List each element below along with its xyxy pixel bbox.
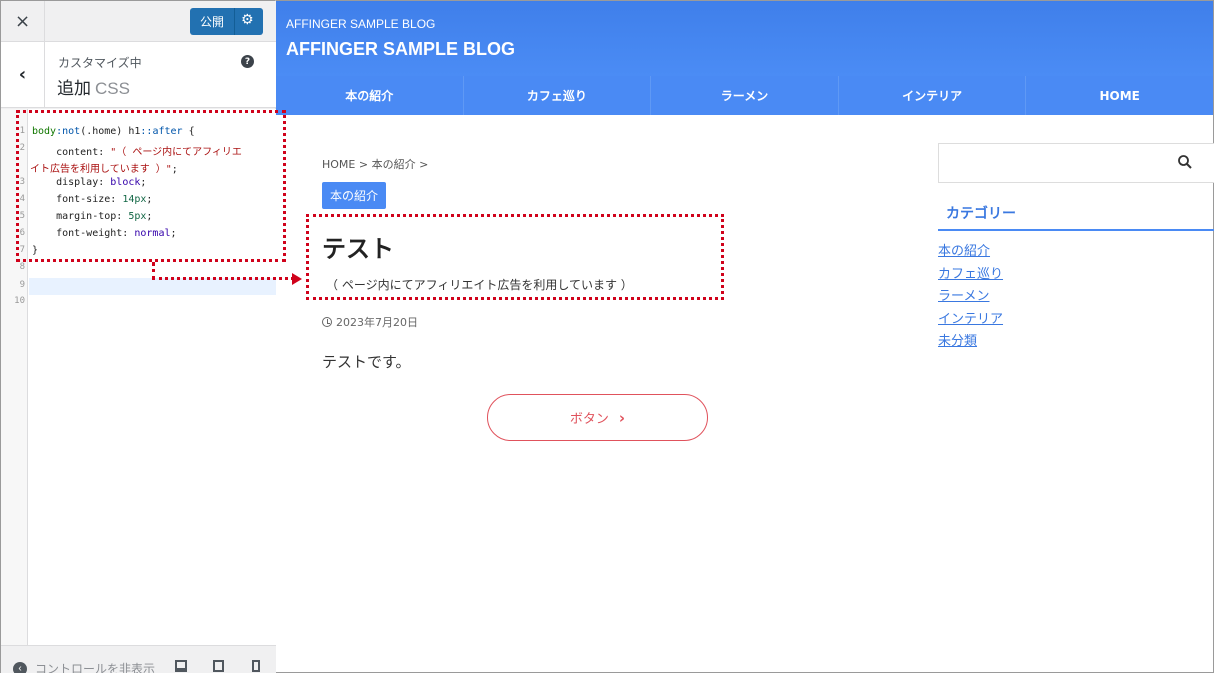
category-link-uncategorized[interactable]: 未分類 bbox=[938, 331, 1003, 354]
hide-controls-label: コントロールを非表示 bbox=[35, 662, 156, 673]
publish-divider bbox=[234, 8, 235, 35]
breadcrumb[interactable]: HOME > 本の紹介 > bbox=[322, 156, 428, 172]
annotation-connector bbox=[152, 277, 294, 281]
post-button-label: ボタン bbox=[569, 412, 609, 427]
category-link-interior[interactable]: インテリア bbox=[938, 309, 1003, 332]
back-icon[interactable]: ‹ bbox=[1, 42, 45, 107]
section-title: 追加 CSS bbox=[57, 74, 130, 99]
nav-item-cafe[interactable]: カフェ巡り bbox=[464, 76, 652, 115]
site-title[interactable]: AFFINGER SAMPLE BLOG bbox=[286, 39, 515, 60]
category-list: 本の紹介 カフェ巡り ラーメン インテリア 未分類 bbox=[938, 241, 1003, 354]
close-icon[interactable]: × bbox=[1, 1, 45, 41]
site-preview: AFFINGER SAMPLE BLOG AFFINGER SAMPLE BLO… bbox=[276, 0, 1214, 673]
arrow-right-icon bbox=[292, 273, 302, 285]
search-input[interactable] bbox=[938, 143, 1214, 183]
nav-item-home[interactable]: HOME bbox=[1026, 76, 1213, 115]
chevron-right-icon: › bbox=[618, 408, 626, 427]
site-subtitle: AFFINGER SAMPLE BLOG bbox=[286, 17, 436, 31]
section-title-text: 追加 bbox=[57, 79, 91, 98]
gear-icon[interactable]: ⚙ bbox=[241, 12, 254, 28]
hide-controls-button[interactable]: ‹ コントロールを非表示 bbox=[13, 660, 155, 673]
collapse-icon: ‹ bbox=[13, 661, 27, 673]
section-title-suffix: CSS bbox=[95, 79, 130, 98]
site-header: AFFINGER SAMPLE BLOG AFFINGER SAMPLE BLO… bbox=[276, 1, 1213, 76]
mobile-preview-icon[interactable] bbox=[252, 660, 260, 672]
preview-highlight-box bbox=[306, 214, 724, 300]
line-number: 10 bbox=[14, 296, 25, 306]
category-badge[interactable]: 本の紹介 bbox=[322, 182, 387, 209]
customizer-panel: × 公開 ⚙ ‹ カスタマイズ中 追加 CSS ? 1 2 3 4 5 6 7 8… bbox=[0, 0, 276, 673]
post-button[interactable]: ボタン › bbox=[487, 394, 708, 441]
line-number: 8 bbox=[19, 262, 25, 272]
publish-button[interactable]: 公開 ⚙ bbox=[190, 8, 263, 35]
publish-label: 公開 bbox=[200, 15, 225, 29]
customizing-label: カスタマイズ中 bbox=[58, 56, 142, 70]
post-date-text: 2023年7月20日 bbox=[336, 316, 418, 329]
category-link-ramen[interactable]: ラーメン bbox=[938, 286, 1003, 309]
nav-item-interior[interactable]: インテリア bbox=[839, 76, 1027, 115]
tablet-preview-icon[interactable] bbox=[213, 660, 224, 672]
customizer-header: × 公開 ⚙ bbox=[1, 1, 276, 42]
post-body: テストです。 bbox=[322, 353, 411, 371]
post-date: 2023年7月20日 bbox=[322, 314, 418, 330]
desktop-preview-icon[interactable] bbox=[175, 660, 187, 672]
category-link-books[interactable]: 本の紹介 bbox=[938, 241, 1003, 264]
category-heading: カテゴリー bbox=[938, 196, 1214, 231]
help-icon[interactable]: ? bbox=[241, 55, 254, 68]
nav-item-ramen[interactable]: ラーメン bbox=[651, 76, 839, 115]
code-highlight-box bbox=[16, 110, 286, 262]
section-header: ‹ カスタマイズ中 追加 CSS ? bbox=[1, 42, 276, 108]
category-link-cafe[interactable]: カフェ巡り bbox=[938, 264, 1003, 287]
clock-icon bbox=[322, 317, 332, 327]
nav-item-books[interactable]: 本の紹介 bbox=[276, 76, 464, 115]
line-number: 9 bbox=[19, 280, 25, 290]
global-nav: 本の紹介 カフェ巡り ラーメン インテリア HOME bbox=[276, 76, 1213, 115]
search-icon[interactable] bbox=[1177, 154, 1193, 170]
customizer-footer: ‹ コントロールを非表示 bbox=[1, 645, 276, 673]
